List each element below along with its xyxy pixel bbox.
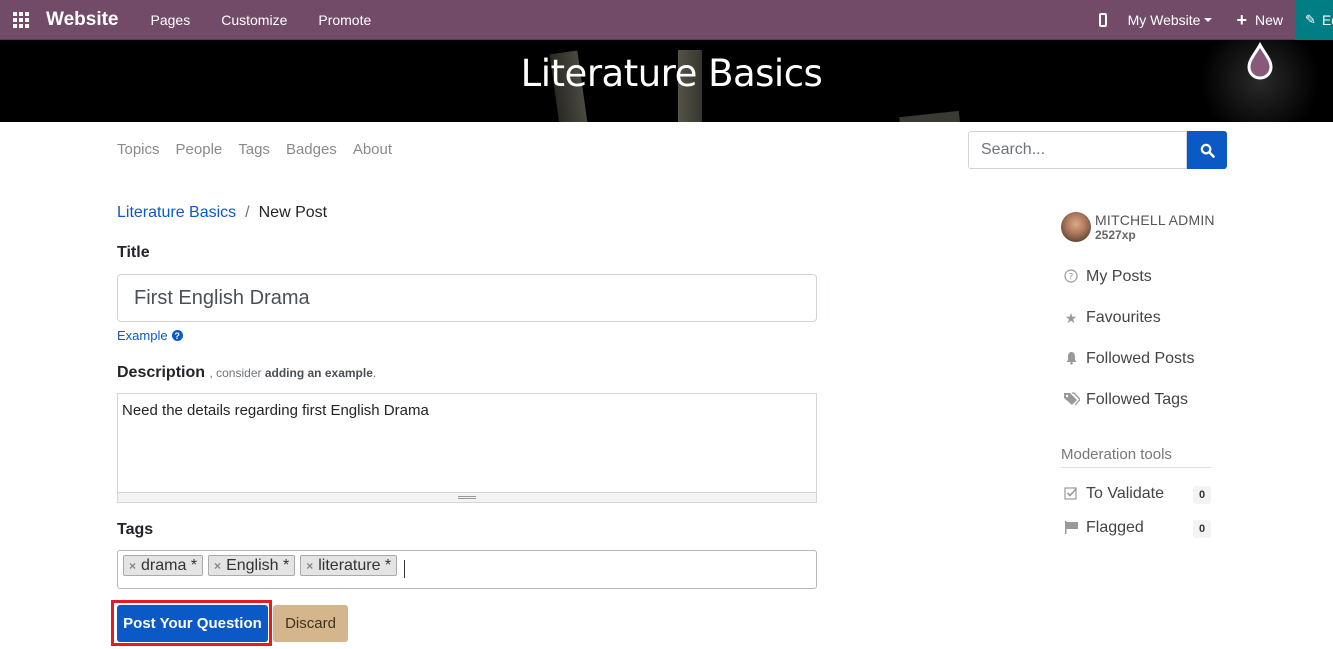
moderation-tools-heading: Moderation tools [1061, 446, 1211, 468]
sidebar-item-label: Flagged [1086, 519, 1144, 536]
sidebar-item-my-posts[interactable]: ? My Posts [1063, 268, 1152, 286]
sidebar-item-followed-posts[interactable]: Followed Posts [1063, 350, 1195, 368]
user-name: MITCHELL ADMIN [1095, 212, 1215, 228]
tag-chip: × literature * [300, 555, 398, 576]
sidebar-item-label: Followed Posts [1086, 350, 1195, 367]
forum-nav-badges[interactable]: Badges [286, 141, 337, 158]
edit-button[interactable]: ✎ Edit [1295, 0, 1333, 40]
odoo-drop-icon [1247, 42, 1273, 80]
website-admin-navbar: Website Pages Customize Promote My Websi… [0, 0, 1333, 40]
forum-title: Literature Basics [520, 52, 823, 95]
breadcrumb: Literature Basics / New Post [117, 204, 327, 222]
breadcrumb-separator: / [245, 204, 250, 221]
menu-pages[interactable]: Pages [151, 12, 191, 28]
forum-nav-tags[interactable]: Tags [238, 141, 270, 158]
question-circle-icon: ? [171, 330, 183, 341]
tags-label: Tags [117, 521, 154, 538]
sidebar-item-label: Favourites [1086, 309, 1161, 326]
apps-grid-icon[interactable] [13, 11, 33, 28]
check-square-icon [1063, 486, 1079, 503]
search-button[interactable] [1187, 131, 1227, 169]
to-validate-count: 0 [1193, 486, 1211, 504]
star-icon: ★ [1064, 309, 1078, 326]
menu-customize[interactable]: Customize [221, 12, 287, 28]
sidebar-item-to-validate[interactable]: To Validate [1063, 485, 1164, 503]
resize-handle[interactable] [118, 492, 816, 502]
mobile-preview-icon[interactable] [1098, 13, 1107, 27]
caret-down-icon [1204, 18, 1213, 22]
forum-nav-people[interactable]: People [176, 141, 223, 158]
example-link[interactable]: Example ? [117, 328, 183, 343]
flagged-count: 0 [1193, 520, 1211, 538]
forum-nav-topics[interactable]: Topics [117, 141, 160, 158]
website-selector-label: My Website [1127, 12, 1201, 28]
sidebar-item-label: To Validate [1086, 485, 1164, 502]
sidebar-item-flagged[interactable]: Flagged [1063, 519, 1144, 537]
title-input[interactable] [117, 274, 817, 322]
sidebar-item-favourites[interactable]: ★ Favourites [1063, 309, 1161, 327]
user-profile[interactable]: MITCHELL ADMIN 2527xp [1061, 212, 1215, 242]
search-icon [1200, 143, 1215, 158]
new-button[interactable]: + New [1236, 11, 1283, 29]
avatar [1061, 212, 1091, 242]
background-book-shape [899, 110, 961, 122]
svg-text:?: ? [1069, 272, 1074, 282]
sidebar-item-label: Followed Tags [1086, 391, 1188, 408]
pencil-icon: ✎ [1305, 12, 1316, 27]
tag-label: literature * [318, 556, 392, 574]
menu-promote[interactable]: Promote [318, 12, 371, 28]
title-label: Title [117, 244, 150, 261]
bell-icon [1063, 351, 1079, 368]
user-xp: 2527xp [1095, 228, 1136, 242]
remove-tag-icon[interactable]: × [214, 559, 221, 573]
hint-prefix: , consider [209, 366, 262, 380]
forum-hero-banner: Literature Basics [0, 40, 1333, 122]
edit-label: Edit [1321, 12, 1333, 28]
search-input[interactable] [968, 131, 1187, 169]
description-hint: , consider adding an example. [209, 366, 376, 380]
hint-suffix: . [372, 366, 377, 380]
tag-label: English * [226, 556, 290, 574]
flag-icon [1063, 520, 1079, 537]
forum-search [968, 131, 1227, 169]
plus-icon: + [1236, 10, 1247, 30]
description-label-text: Description [117, 364, 206, 381]
breadcrumb-current: New Post [258, 204, 328, 221]
new-label: New [1254, 12, 1283, 28]
example-label: Example [117, 328, 168, 343]
breadcrumb-forum-link[interactable]: Literature Basics [117, 204, 236, 222]
adding-example-link[interactable]: adding an example [265, 366, 373, 380]
description-label: Description , consider adding an example… [117, 364, 376, 382]
forum-nav: Topics People Tags Badges About [117, 141, 408, 158]
app-brand[interactable]: Website [46, 9, 119, 31]
sidebar-item-label: My Posts [1086, 268, 1152, 285]
discard-button[interactable]: Discard [273, 605, 348, 642]
post-question-button[interactable]: Post Your Question [117, 605, 268, 642]
tag-chip: × drama * [123, 555, 204, 576]
text-cursor [404, 560, 406, 578]
tag-chip: × English * [208, 555, 296, 576]
forum-nav-about[interactable]: About [353, 141, 392, 158]
question-circle-icon: ? [1063, 268, 1079, 286]
tags-icon [1063, 391, 1081, 409]
sidebar-item-followed-tags[interactable]: Followed Tags [1063, 391, 1188, 409]
website-selector[interactable]: My Website [1128, 12, 1213, 28]
tag-label: drama * [141, 556, 198, 574]
grip-icon [458, 496, 476, 499]
remove-tag-icon[interactable]: × [306, 559, 313, 573]
description-editor: Need the details regarding first English… [117, 393, 817, 503]
remove-tag-icon[interactable]: × [129, 559, 136, 573]
tags-input[interactable]: × drama * × English * × literature * [117, 550, 817, 589]
description-textarea[interactable]: Need the details regarding first English… [118, 394, 816, 492]
